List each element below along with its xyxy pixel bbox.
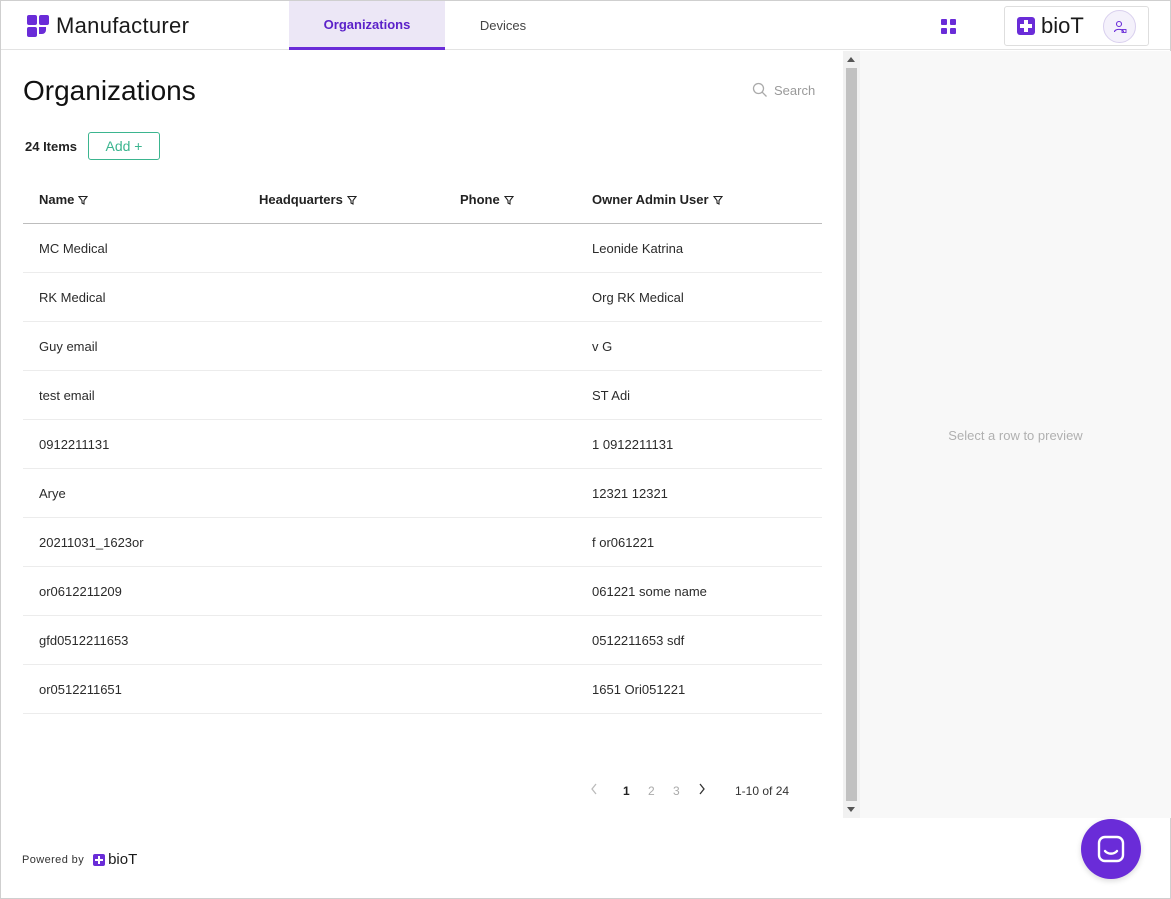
cell-name: RK Medical <box>39 290 106 305</box>
manufacturer-logo-icon <box>27 15 49 37</box>
cell-owner: ST Adi <box>592 388 631 403</box>
table-row[interactable]: 0912211131 1 0912211131 <box>23 420 822 469</box>
scroll-thumb[interactable] <box>846 68 857 801</box>
apps-grid-icon[interactable] <box>941 19 956 34</box>
cell-owner: Org RK Medical <box>592 290 684 305</box>
brand-name: Manufacturer <box>56 13 190 38</box>
table-row[interactable]: or0612211209 061221 some name <box>23 567 822 616</box>
cell-name: 20211031_1623or <box>39 535 144 550</box>
column-header-label: Owner Admin User <box>592 192 709 207</box>
cell-name: gfd0512211653 <box>39 633 129 648</box>
cell-name: 0912211131 <box>39 437 110 452</box>
cell-name: test email <box>39 388 95 403</box>
column-header-name[interactable]: Name <box>39 192 89 207</box>
column-header-label: Phone <box>460 192 500 207</box>
table-header: Name Headquarters Phone Owner Admin User <box>23 175 822 224</box>
column-header-headquarters[interactable]: Headquarters <box>259 192 357 207</box>
page-title: Organizations <box>23 75 196 106</box>
biot-footer-logo-icon <box>93 853 106 866</box>
table-row[interactable]: Arye 12321 12321 <box>23 469 822 518</box>
chat-launcher-button[interactable] <box>1081 819 1141 879</box>
preview-empty-text: Select a row to preview <box>948 428 1083 443</box>
column-header-owner[interactable]: Owner Admin User <box>592 192 723 207</box>
table-row[interactable]: Guy email v G <box>23 322 822 371</box>
footer: Powered by bioT <box>22 851 137 868</box>
biot-footer-logo-text: bioT <box>108 851 138 868</box>
list-scrollbar[interactable] <box>843 51 860 818</box>
avatar[interactable] <box>1103 10 1136 43</box>
tab-devices-label: Devices <box>479 18 527 33</box>
column-header-label: Name <box>39 192 75 207</box>
tab-organizations[interactable]: Organizations <box>289 1 445 50</box>
chat-icon <box>1097 835 1125 863</box>
powered-by-label: Powered by <box>22 853 85 866</box>
tab-devices[interactable]: Devices <box>445 1 561 50</box>
search-placeholder: Search <box>774 82 816 98</box>
tab-organizations-label: Organizations <box>323 16 411 32</box>
top-bar: Manufacturer Organizations Devices bioT <box>1 1 1170 50</box>
table-row[interactable]: or0512211651 1651 Ori051221 <box>23 665 822 714</box>
cell-name: Guy email <box>39 339 98 354</box>
table-row[interactable]: MC Medical Leonide Katrina <box>23 224 822 273</box>
cell-owner: v G <box>592 339 613 354</box>
table-body: MC Medical Leonide Katrina RK Medical Or… <box>23 224 822 714</box>
cell-owner: 061221 some name <box>592 584 707 599</box>
cell-name: MC Medical <box>39 241 108 256</box>
cell-owner: Leonide Katrina <box>592 241 684 256</box>
preview-panel: Select a row to preview <box>860 51 1171 818</box>
filter-icon[interactable] <box>503 195 514 205</box>
cell-owner: 0512211653 sdf <box>592 633 685 648</box>
filter-icon[interactable] <box>712 195 723 205</box>
next-page-icon[interactable] <box>698 783 706 795</box>
table-row[interactable]: test email ST Adi <box>23 371 822 420</box>
user-icon <box>1113 20 1126 33</box>
biot-account-box[interactable]: bioT <box>1004 6 1149 46</box>
page-2[interactable]: 2 <box>648 784 655 798</box>
search-icon <box>752 82 767 97</box>
table-row[interactable]: RK Medical Org RK Medical <box>23 273 822 322</box>
column-header-label: Headquarters <box>259 192 343 207</box>
biot-logo-text: bioT <box>1041 13 1084 38</box>
cell-name: Arye <box>39 486 66 501</box>
page-1[interactable]: 1 <box>623 784 630 798</box>
brand[interactable]: Manufacturer <box>27 13 190 38</box>
item-count: 24 Items <box>25 139 78 154</box>
cell-owner: f or061221 <box>592 535 655 550</box>
add-button[interactable]: Add + <box>88 132 160 160</box>
column-header-phone[interactable]: Phone <box>460 192 514 207</box>
page-range: 1-10 of 24 <box>735 784 790 798</box>
prev-page-icon[interactable] <box>590 783 598 795</box>
pagination: 1 2 3 1-10 of 24 <box>586 781 816 801</box>
search-input[interactable]: Search <box>752 82 815 98</box>
cell-name: or0512211651 <box>39 682 122 697</box>
cell-owner: 1 0912211131 <box>592 437 674 452</box>
scroll-up-icon[interactable] <box>847 57 855 62</box>
cell-name: or0612211209 <box>39 584 122 599</box>
table-row[interactable]: gfd0512211653 0512211653 sdf <box>23 616 822 665</box>
biot-logo-icon <box>1017 17 1035 35</box>
cell-owner: 12321 12321 <box>592 486 668 501</box>
filter-icon[interactable] <box>78 195 89 205</box>
cell-owner: 1651 Ori051221 <box>592 682 686 697</box>
filter-icon[interactable] <box>346 195 357 205</box>
page-3[interactable]: 3 <box>673 784 680 798</box>
table-row[interactable]: 20211031_1623or f or061221 <box>23 518 822 567</box>
scroll-down-icon[interactable] <box>847 807 855 812</box>
